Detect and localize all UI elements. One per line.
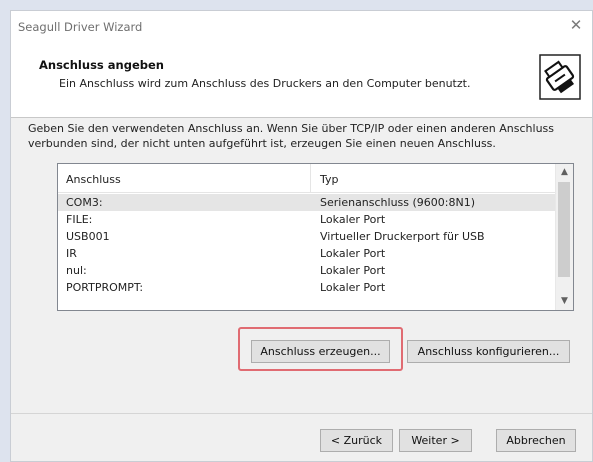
header-title: Anschluss angeben bbox=[39, 58, 164, 72]
table-row[interactable]: COM3: Serienanschluss (9600:8N1) bbox=[58, 194, 556, 211]
type-cell: Serienanschluss (9600:8N1) bbox=[320, 196, 476, 209]
header-subtitle: Ein Anschluss wird zum Anschluss des Dru… bbox=[59, 77, 471, 90]
scrollbar-thumb[interactable] bbox=[558, 182, 570, 277]
column-separator[interactable] bbox=[310, 164, 311, 192]
scroll-up-icon[interactable]: ▲ bbox=[556, 164, 573, 181]
table-row[interactable]: FILE: Lokaler Port bbox=[58, 211, 556, 228]
window-title: Seagull Driver Wizard bbox=[18, 20, 143, 34]
port-cell: FILE: bbox=[66, 213, 93, 226]
type-cell: Virtueller Druckerport für USB bbox=[320, 230, 485, 243]
title-bar: Seagull Driver Wizard ✕ bbox=[11, 11, 592, 41]
port-list[interactable]: Anschluss Typ COM3: Serienanschluss (960… bbox=[57, 163, 574, 311]
instruction-text: Geben Sie den verwendeten Anschluss an. … bbox=[28, 122, 555, 150]
table-row[interactable]: nul: Lokaler Port bbox=[58, 262, 556, 279]
printer-wizard-icon bbox=[539, 54, 581, 100]
wizard-header: Anschluss angeben Ein Anschluss wird zum… bbox=[11, 41, 592, 118]
create-port-button[interactable]: Anschluss erzeugen... bbox=[251, 340, 390, 363]
type-cell: Lokaler Port bbox=[320, 213, 386, 226]
wizard-window: Seagull Driver Wizard ✕ Anschluss angebe… bbox=[10, 10, 593, 462]
table-row[interactable]: IR Lokaler Port bbox=[58, 245, 556, 262]
port-cell: nul: bbox=[66, 264, 87, 277]
footer-divider bbox=[11, 413, 592, 414]
column-header-port[interactable]: Anschluss bbox=[66, 173, 121, 186]
scroll-down-icon[interactable]: ▼ bbox=[556, 293, 573, 310]
cancel-button[interactable]: Abbrechen bbox=[496, 429, 576, 452]
list-rows: COM3: Serienanschluss (9600:8N1) FILE: L… bbox=[58, 194, 556, 296]
column-header-type[interactable]: Typ bbox=[320, 173, 339, 186]
port-cell: COM3: bbox=[66, 196, 103, 209]
type-cell: Lokaler Port bbox=[320, 281, 386, 294]
port-cell: IR bbox=[66, 247, 77, 260]
back-button[interactable]: < Zurück bbox=[320, 429, 393, 452]
port-cell: USB001 bbox=[66, 230, 110, 243]
list-header: Anschluss Typ bbox=[58, 164, 556, 193]
close-icon[interactable]: ✕ bbox=[560, 11, 592, 39]
type-cell: Lokaler Port bbox=[320, 264, 386, 277]
table-row[interactable]: PORTPROMPT: Lokaler Port bbox=[58, 279, 556, 296]
type-cell: Lokaler Port bbox=[320, 247, 386, 260]
table-row[interactable]: USB001 Virtueller Druckerport für USB bbox=[58, 228, 556, 245]
next-button[interactable]: Weiter > bbox=[399, 429, 472, 452]
port-cell: PORTPROMPT: bbox=[66, 281, 144, 294]
vertical-scrollbar[interactable]: ▲ ▼ bbox=[555, 164, 573, 310]
configure-port-button[interactable]: Anschluss konfigurieren... bbox=[407, 340, 570, 363]
